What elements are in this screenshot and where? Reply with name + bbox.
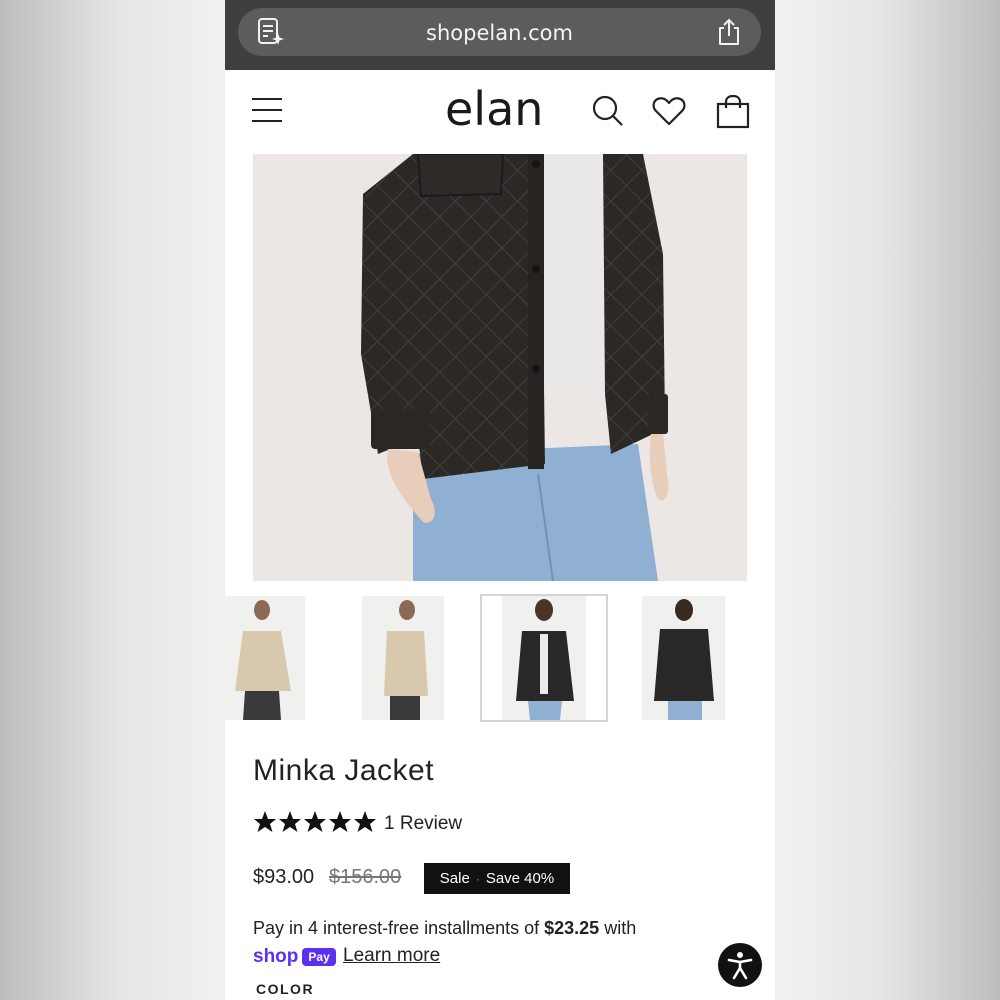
thumbnail-4[interactable] [642, 596, 725, 720]
shop-pay-word: shop [253, 946, 299, 967]
installments-prefix: Pay in 4 interest-free installments of [253, 918, 545, 938]
search-icon[interactable] [591, 94, 625, 128]
badge-separator: · [475, 871, 480, 886]
sale-price: $93.00 [253, 866, 315, 888]
sale-badge: Sale · Save 40% [424, 863, 570, 894]
installments-text: Pay in 4 interest-free installments of $… [253, 918, 723, 939]
heart-icon[interactable] [652, 95, 686, 127]
save-label: Save 40% [485, 870, 555, 887]
sale-label: Sale [439, 870, 470, 887]
learn-more-link[interactable]: Learn more [343, 945, 440, 967]
main-product-image[interactable] [253, 154, 747, 581]
browser-toolbar: shopelan.com [225, 0, 775, 70]
review-count-link[interactable]: 1 Review [384, 813, 462, 835]
accessibility-button[interactable] [718, 943, 762, 987]
hamburger-menu-icon[interactable] [252, 98, 282, 124]
site-header: elan [225, 70, 775, 154]
phone-screen: shopelan.com elan Minka Jacket 1 Review … [225, 0, 775, 1000]
product-title: Minka Jacket [253, 754, 435, 787]
color-label: COLOR [256, 981, 315, 997]
installments-suffix: with [599, 918, 637, 938]
rating-stars[interactable] [253, 810, 377, 836]
thumbnail-1[interactable] [225, 596, 305, 720]
shopping-bag-icon[interactable] [715, 94, 751, 130]
shop-pay-box: Pay [302, 948, 336, 966]
compare-at-price: $156.00 [329, 866, 402, 888]
star-icon [254, 811, 276, 832]
star-icon [354, 811, 376, 832]
star-icon [304, 811, 326, 832]
thumbnail-2[interactable] [362, 596, 444, 720]
thumbnail-3[interactable] [480, 594, 608, 722]
url-text: shopelan.com [426, 21, 573, 45]
address-bar[interactable]: shopelan.com [238, 8, 761, 56]
brand-logo[interactable]: elan [445, 82, 543, 136]
star-icon [329, 811, 351, 832]
share-icon[interactable] [715, 17, 743, 47]
star-icon [279, 811, 301, 832]
installment-amount: $23.25 [544, 918, 600, 938]
accessibility-icon [727, 952, 753, 980]
shop-pay-logo: shop Pay [253, 945, 336, 969]
